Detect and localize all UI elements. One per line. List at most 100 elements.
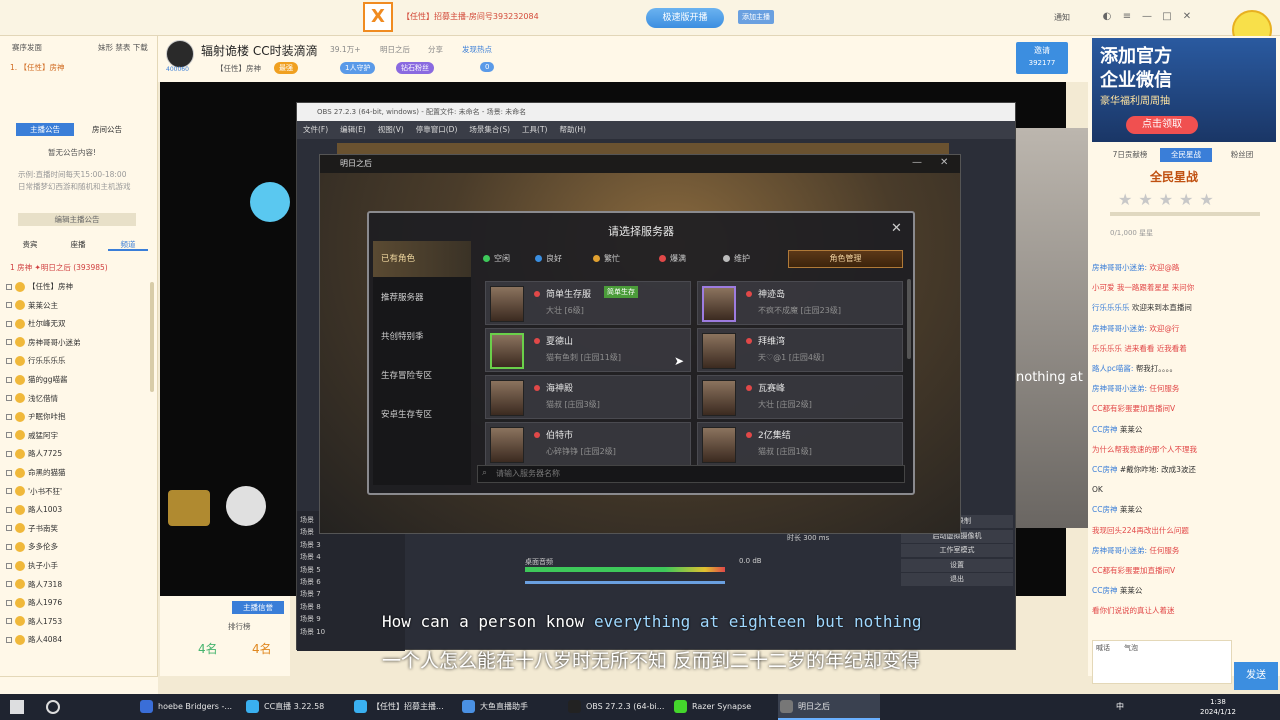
search-icon[interactable] xyxy=(46,700,60,714)
viewer-checkbox[interactable] xyxy=(6,488,12,495)
gift-badge-icon[interactable] xyxy=(168,490,210,526)
tab-streamer-announce[interactable]: 主播公告 xyxy=(16,123,74,136)
viewer-scrollbar[interactable] xyxy=(150,282,154,392)
viewer-item[interactable]: 【任性】房神 xyxy=(6,278,73,295)
chat-message[interactable]: 为什么帮我竟速的那个人不理我 xyxy=(1092,444,1197,455)
category-existing-roles[interactable]: 已有角色 xyxy=(373,241,471,277)
close-icon[interactable]: ✕ xyxy=(1180,10,1194,24)
viewer-item[interactable]: 路人1976 xyxy=(6,594,62,611)
obs-scene-item[interactable]: 场景 8 xyxy=(300,602,321,612)
chat-message[interactable]: 行乐乐乐乐 欢迎来到本直播间 xyxy=(1092,302,1192,313)
speed-live-button[interactable]: 极速版开播 xyxy=(646,8,724,28)
obs-control-button[interactable]: 工作室模式 xyxy=(901,544,1013,557)
taskbar-app[interactable]: CC直播 3.22.58 xyxy=(244,694,346,720)
chat-user[interactable]: 房神哥哥小迷弟: xyxy=(1092,324,1147,333)
chat-message[interactable]: 小可爱 我一路跟着星星 来问你 xyxy=(1092,282,1194,293)
chat-message[interactable]: 房神哥哥小迷弟: 欢迎@路 xyxy=(1092,262,1179,273)
streamer-credit-button[interactable]: 主播信誉 xyxy=(232,601,284,614)
diamond-fans-badge[interactable]: 钻石粉丝 xyxy=(396,62,434,74)
ad-claim-button[interactable]: 点击领取 xyxy=(1126,116,1198,134)
chat-message[interactable]: CC都有彩蛋要加直播间V xyxy=(1092,565,1175,576)
viewer-checkbox[interactable] xyxy=(6,339,12,346)
chat-message[interactable]: 我现回头224再改出什么问题 xyxy=(1092,525,1189,536)
tab-star-war[interactable]: 全民星战 xyxy=(1160,148,1212,162)
ime-indicator[interactable]: 中 xyxy=(1116,702,1124,711)
obs-scene-item[interactable]: 场景 xyxy=(300,527,314,537)
viewer-item[interactable]: 路人1753 xyxy=(6,613,62,630)
invite-button[interactable]: 邀请 392177 xyxy=(1016,42,1068,74)
viewer-checkbox[interactable] xyxy=(6,413,12,420)
obs-scene-item[interactable]: 场景 4 xyxy=(300,552,321,562)
viewer-checkbox[interactable] xyxy=(6,543,12,550)
viewer-item[interactable]: 命黑的猫猫 xyxy=(6,464,66,481)
minimize-icon[interactable]: — xyxy=(1140,10,1154,24)
chat-user[interactable]: CC房神 xyxy=(1092,586,1117,595)
taskbar-app[interactable]: 【任性】招募主播... xyxy=(352,694,454,720)
viewer-checkbox[interactable] xyxy=(6,469,12,476)
obs-scene-item[interactable]: 场景 5 xyxy=(300,565,321,575)
chat-user[interactable]: CC房神 xyxy=(1092,505,1117,514)
chat-message[interactable]: 房神哥哥小迷弟: 任何服务 xyxy=(1092,545,1179,556)
menu-icon[interactable]: ≡ xyxy=(1120,10,1134,24)
viewer-item[interactable]: 执子小手 xyxy=(6,557,58,574)
category-android[interactable]: 安卓生存专区 xyxy=(373,397,471,433)
chat-message[interactable]: CC房神 莱莱公 xyxy=(1092,585,1142,596)
category-survival-adventure[interactable]: 生存冒险专区 xyxy=(373,358,471,394)
viewer-checkbox[interactable] xyxy=(6,525,12,532)
chat-message[interactable]: CC房神 #戴你咋地: 改成3波还 xyxy=(1092,464,1196,475)
obs-scene-item[interactable]: 场景 9 xyxy=(300,614,321,624)
chat-message[interactable]: 乐乐乐乐 进来看看 近我看着 xyxy=(1092,343,1187,354)
viewer-checkbox[interactable] xyxy=(6,618,12,625)
viewer-item[interactable]: ヂ眠你咔抱 xyxy=(6,408,66,425)
obs-menu-help[interactable]: 帮助(H) xyxy=(559,121,586,139)
left-tab-a[interactable]: 赛序发面 xyxy=(12,42,42,53)
viewer-item[interactable]: 多多伦多 xyxy=(6,538,58,555)
taskbar-app[interactable]: 大鱼直播助手 xyxy=(460,694,562,720)
viewer-checkbox[interactable] xyxy=(6,506,12,513)
rank-label[interactable]: 排行榜 xyxy=(228,621,251,632)
viewer-item[interactable]: 路人7725 xyxy=(6,445,62,462)
notify-button[interactable]: 通知 xyxy=(1054,12,1070,23)
shout-button[interactable]: 喊话 xyxy=(1096,643,1110,653)
chat-user[interactable]: CC房神 xyxy=(1092,425,1117,434)
avatar[interactable] xyxy=(166,40,194,68)
server-card[interactable]: 伯特市 心碎铮铮 [庄园2级] xyxy=(485,422,691,466)
chat-user[interactable]: 房神哥哥小迷弟: xyxy=(1092,384,1147,393)
viewer-checkbox[interactable] xyxy=(6,562,12,569)
guard-badge[interactable]: 1人守护 xyxy=(340,62,376,74)
category-special-season[interactable]: 共创特别季 xyxy=(373,319,471,355)
game-name[interactable]: 明日之后 xyxy=(380,44,410,55)
chat-message[interactable]: CC都有彩蛋要加直播间V xyxy=(1092,403,1175,414)
taskbar-app[interactable]: hoebe Bridgers -... xyxy=(138,694,240,720)
obs-menu-scenes[interactable]: 场景集合(S) xyxy=(469,121,510,139)
chat-message[interactable]: CC房神 莱莱公 xyxy=(1092,424,1142,435)
game-close-icon[interactable]: ✕ xyxy=(940,157,948,168)
obs-scene-item[interactable]: 场景 xyxy=(300,515,314,525)
hot-link[interactable]: 发现热点 xyxy=(462,44,492,55)
server-card[interactable]: 海神殿 猫叔 [庄园3级] xyxy=(485,375,691,419)
chat-message[interactable]: CC房神 莱莱公 xyxy=(1092,504,1142,515)
chat-user[interactable]: CC房神 xyxy=(1092,465,1117,474)
viewer-checkbox[interactable] xyxy=(6,636,12,643)
chat-message[interactable]: OK xyxy=(1092,484,1103,495)
viewer-checkbox[interactable] xyxy=(6,599,12,606)
viewer-item[interactable]: '小书不狂' xyxy=(6,483,62,500)
game-minimize-icon[interactable]: — xyxy=(912,157,922,168)
send-button[interactable]: 发送 xyxy=(1234,662,1278,690)
left-tab-b[interactable]: 妹形 禁表 下载 xyxy=(98,42,148,53)
audio-slider[interactable] xyxy=(525,581,725,584)
tab-room-announce[interactable]: 房间公告 xyxy=(78,123,136,136)
viewer-checkbox[interactable] xyxy=(6,376,12,383)
bubble-button[interactable]: 气泡 xyxy=(1124,643,1138,653)
transition-duration[interactable]: 时长 300 ms xyxy=(787,533,829,543)
viewer-checkbox[interactable] xyxy=(6,450,12,457)
obs-scene-item[interactable]: 场景 7 xyxy=(300,589,321,599)
server-card[interactable]: 拜维湾 天♡@1 [庄园4级] xyxy=(697,328,903,372)
viewer-checkbox[interactable] xyxy=(6,320,12,327)
obs-menu-docks[interactable]: 停靠窗口(D) xyxy=(416,121,458,139)
viewer-checkbox[interactable] xyxy=(6,581,12,588)
obs-menu-view[interactable]: 视图(V) xyxy=(378,121,404,139)
viewer-item[interactable]: 猫的gg喵酱 xyxy=(6,371,68,388)
viewer-item[interactable]: 路人7318 xyxy=(6,576,62,593)
chat-user[interactable]: 行乐乐乐乐 xyxy=(1092,303,1130,312)
